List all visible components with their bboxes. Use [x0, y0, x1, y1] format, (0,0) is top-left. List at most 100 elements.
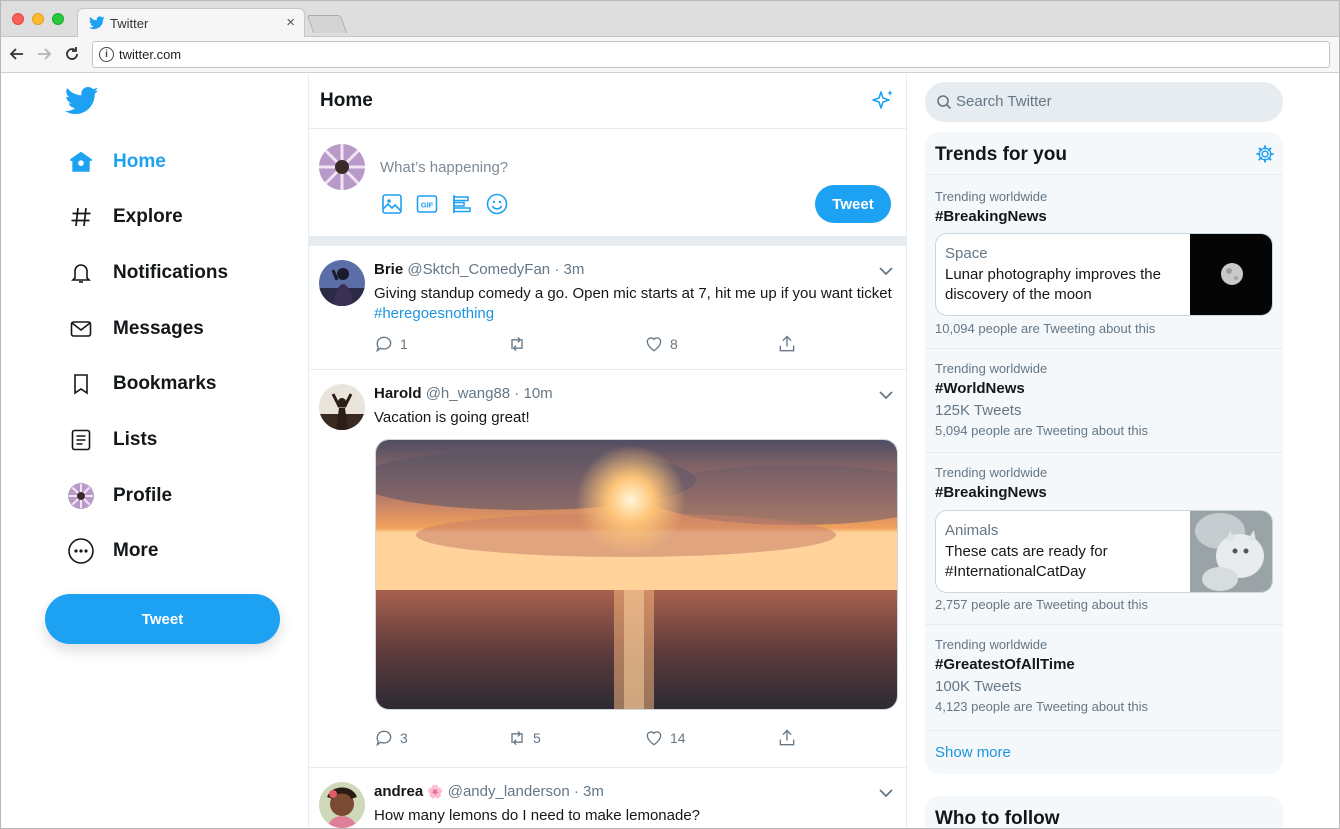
trend-tag[interactable]: #BreakingNews: [935, 208, 1047, 225]
nav-home[interactable]: Home: [67, 142, 166, 182]
nav-lists-label: Lists: [113, 429, 158, 450]
twitter-logo-icon[interactable]: [65, 86, 99, 116]
page-title: Home: [320, 90, 373, 111]
reload-icon[interactable]: [63, 45, 81, 63]
trend-people-count: 5,094 people are Tweeting about this: [935, 423, 1148, 438]
gif-icon[interactable]: GIF: [415, 192, 439, 216]
who-to-follow-panel: Who to follow: [925, 796, 1283, 829]
card-headline: Lunar photography improves the discovery…: [945, 266, 1161, 303]
trend-tweet-count: 100K Tweets: [935, 678, 1022, 695]
tweet-item[interactable]: Harold @h_wang88 · 10m Vacation is going…: [309, 370, 906, 768]
right-sidebar: Search Twitter Trends for you Trending w…: [907, 74, 1339, 829]
tweet-author-name[interactable]: Harold: [374, 385, 422, 402]
address-bar[interactable]: i twitter.com: [92, 41, 1330, 68]
svg-text:GIF: GIF: [421, 201, 434, 210]
tweet-text: Giving standup comedy a go. Open mic sta…: [374, 284, 894, 324]
gear-icon[interactable]: [1255, 144, 1275, 164]
nav-bookmarks[interactable]: Bookmarks: [67, 364, 217, 404]
trends-title: Trends for you: [935, 144, 1067, 165]
composer-separator: [309, 236, 906, 246]
like-button[interactable]: 14: [644, 728, 686, 748]
sparkle-icon[interactable]: [870, 88, 896, 114]
info-icon[interactable]: i: [99, 47, 114, 62]
new-tab-button[interactable]: [306, 15, 348, 33]
composer-input[interactable]: What’s happening?: [380, 159, 508, 176]
who-to-follow-title: Who to follow: [935, 808, 1060, 829]
back-arrow-icon[interactable]: [8, 45, 26, 63]
share-button[interactable]: [777, 728, 797, 748]
reply-icon: [376, 336, 392, 353]
more-icon: [67, 537, 95, 565]
trend-tag[interactable]: #GreatestOfAllTime: [935, 656, 1075, 673]
tweet-author-name[interactable]: Brie: [374, 261, 403, 278]
trend-item[interactable]: Trending worldwide #BreakingNews Space L…: [925, 174, 1283, 348]
heart-icon: [646, 731, 662, 746]
trend-context: Trending worldwide: [935, 361, 1048, 376]
avatar: [67, 482, 95, 510]
forward-arrow-icon[interactable]: [35, 45, 53, 63]
trend-item[interactable]: Trending worldwide #BreakingNews Animals…: [925, 452, 1283, 624]
like-button[interactable]: 8: [644, 334, 678, 354]
trend-tweet-count: 125K Tweets: [935, 402, 1022, 419]
like-count: 8: [670, 336, 678, 352]
retweet-button[interactable]: [507, 334, 533, 354]
tweet-composer: What’s happening? GIF Tweet: [309, 130, 906, 236]
chevron-down-icon[interactable]: [878, 387, 894, 403]
poll-icon[interactable]: [450, 192, 474, 216]
search-input[interactable]: Search Twitter: [925, 82, 1283, 122]
twitter-app: Home Explore Notifications Messages Book…: [1, 74, 1339, 829]
tweet-item[interactable]: Brie @Sktch_ComedyFan · 3m Giving standu…: [309, 246, 906, 370]
share-button[interactable]: [777, 334, 797, 354]
tweet-avatar[interactable]: [319, 384, 365, 430]
nav-explore-label: Explore: [113, 206, 183, 227]
tweet-media-image[interactable]: [375, 439, 898, 710]
retweet-count: 5: [533, 730, 541, 746]
trend-news-card[interactable]: Space Lunar photography improves the dis…: [935, 233, 1273, 316]
tweet-header: andrea 🌸 @andy_landerson · 3m: [374, 783, 604, 800]
reply-button[interactable]: 3: [374, 728, 408, 748]
nav-notifications[interactable]: Notifications: [67, 253, 228, 293]
sidebar-tweet-button[interactable]: Tweet: [45, 594, 280, 644]
retweet-button[interactable]: 5: [507, 728, 541, 748]
chevron-down-icon[interactable]: [878, 785, 894, 801]
trend-item[interactable]: Trending worldwide #WorldNews 125K Tweet…: [925, 348, 1283, 452]
chevron-down-icon[interactable]: [878, 263, 894, 279]
heart-icon: [646, 337, 662, 352]
tweet-avatar[interactable]: [319, 260, 365, 306]
trend-tag[interactable]: #WorldNews: [935, 380, 1025, 397]
reply-button[interactable]: 1: [374, 334, 408, 354]
trend-news-card[interactable]: Animals These cats are ready for #Intern…: [935, 510, 1273, 593]
minimize-window-button[interactable]: [32, 13, 44, 25]
maximize-window-button[interactable]: [52, 13, 64, 25]
trends-panel: Trends for you Trending worldwide #Break…: [925, 132, 1283, 774]
tweet-author-name[interactable]: andrea: [374, 783, 423, 800]
trend-item[interactable]: Trending worldwide #GreatestOfAllTime 10…: [925, 624, 1283, 730]
card-headline: These cats are ready for #InternationalC…: [945, 543, 1108, 580]
tweet-avatar[interactable]: [319, 782, 365, 828]
nav-messages[interactable]: Messages: [67, 309, 204, 349]
show-more-link[interactable]: Show more: [935, 744, 1011, 761]
tweet-item[interactable]: andrea 🌸 @andy_landerson · 3m How many l…: [309, 768, 906, 828]
close-window-button[interactable]: [12, 13, 24, 25]
composer-avatar[interactable]: [319, 144, 365, 190]
nav-explore[interactable]: Explore: [67, 197, 183, 237]
tweet-hashtag-link[interactable]: #heregoesnothing: [374, 305, 494, 322]
search-icon: [937, 95, 952, 110]
image-icon[interactable]: [380, 192, 404, 216]
nav-more[interactable]: More: [67, 531, 158, 571]
tab-close-icon[interactable]: ×: [286, 14, 295, 31]
nav-bookmarks-label: Bookmarks: [113, 373, 217, 394]
tweet-author-handle[interactable]: @andy_landerson · 3m: [448, 783, 604, 800]
trend-people-count: 4,123 people are Tweeting about this: [935, 699, 1148, 714]
share-icon: [779, 335, 795, 352]
nav-profile[interactable]: Profile: [67, 476, 172, 516]
trend-tag[interactable]: #BreakingNews: [935, 484, 1047, 501]
browser-tab[interactable]: Twitter ×: [77, 8, 305, 38]
tweet-author-handle[interactable]: @h_wang88 · 10m: [426, 385, 553, 402]
emoji-icon[interactable]: [485, 192, 509, 216]
nav-lists[interactable]: Lists: [67, 420, 157, 460]
composer-tweet-button[interactable]: Tweet: [815, 185, 891, 223]
bell-icon: [67, 259, 95, 287]
retweet-icon: [511, 730, 523, 746]
tweet-author-handle[interactable]: @Sktch_ComedyFan · 3m: [407, 261, 584, 278]
